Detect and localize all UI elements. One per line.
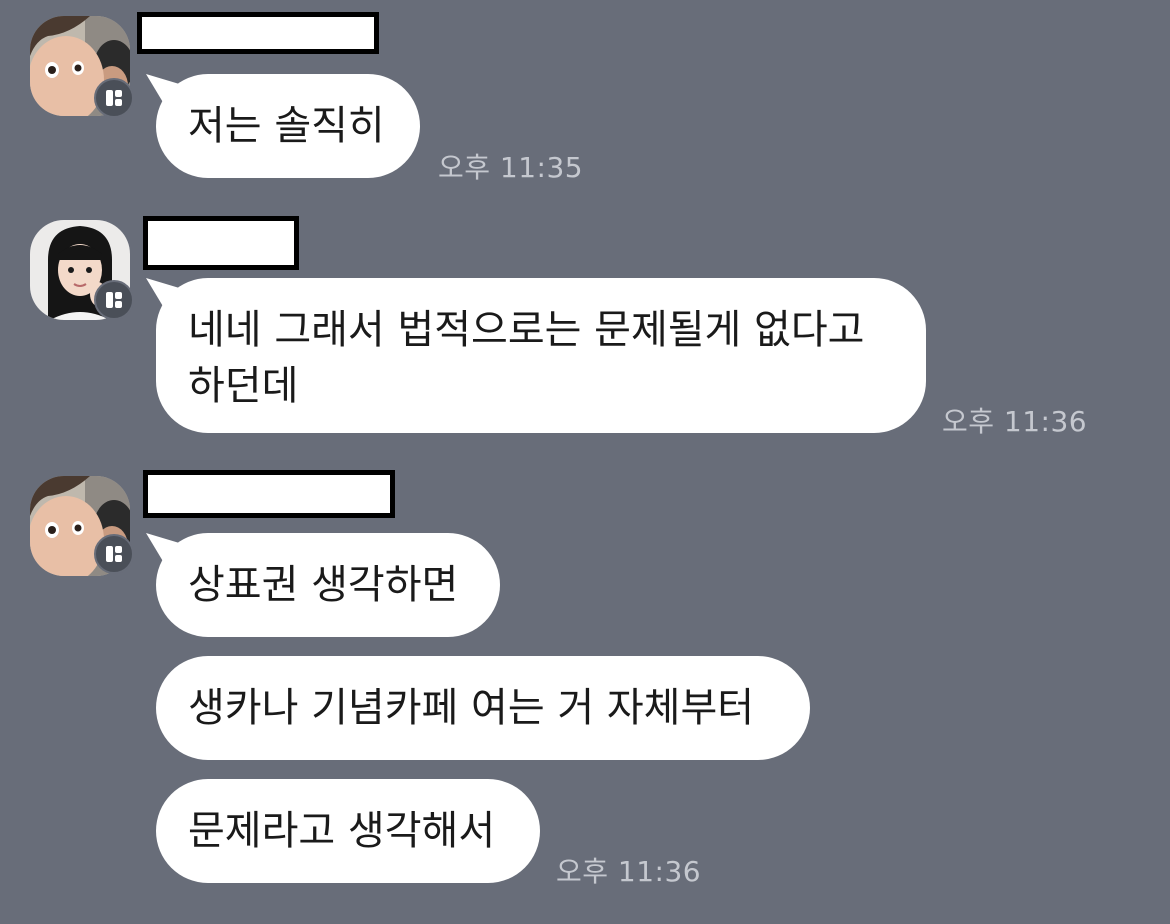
message-bubble[interactable]: 문제라고 생각해서 bbox=[156, 779, 540, 883]
redacted-sender-name bbox=[143, 216, 299, 270]
redacted-sender-name bbox=[137, 12, 379, 54]
open-chat-profile-icon bbox=[94, 280, 134, 320]
message-bubble[interactable]: 생카나 기념카페 여는 거 자체부터 bbox=[156, 656, 810, 760]
message-timestamp: 오후 11:36 bbox=[556, 855, 702, 888]
open-chat-profile-icon bbox=[94, 78, 134, 118]
message-timestamp: 오후 11:36 bbox=[942, 405, 1088, 438]
redacted-sender-name bbox=[143, 470, 395, 518]
open-chat-profile-icon bbox=[94, 534, 134, 574]
message-bubble[interactable]: 저는 솔직히 bbox=[156, 74, 420, 178]
message-bubble[interactable]: 상표권 생각하면 bbox=[156, 533, 500, 637]
message-bubble[interactable]: 네네 그래서 법적으로는 문제될게 없다고 하던데 bbox=[156, 278, 926, 433]
message-timestamp: 오후 11:35 bbox=[438, 151, 584, 184]
